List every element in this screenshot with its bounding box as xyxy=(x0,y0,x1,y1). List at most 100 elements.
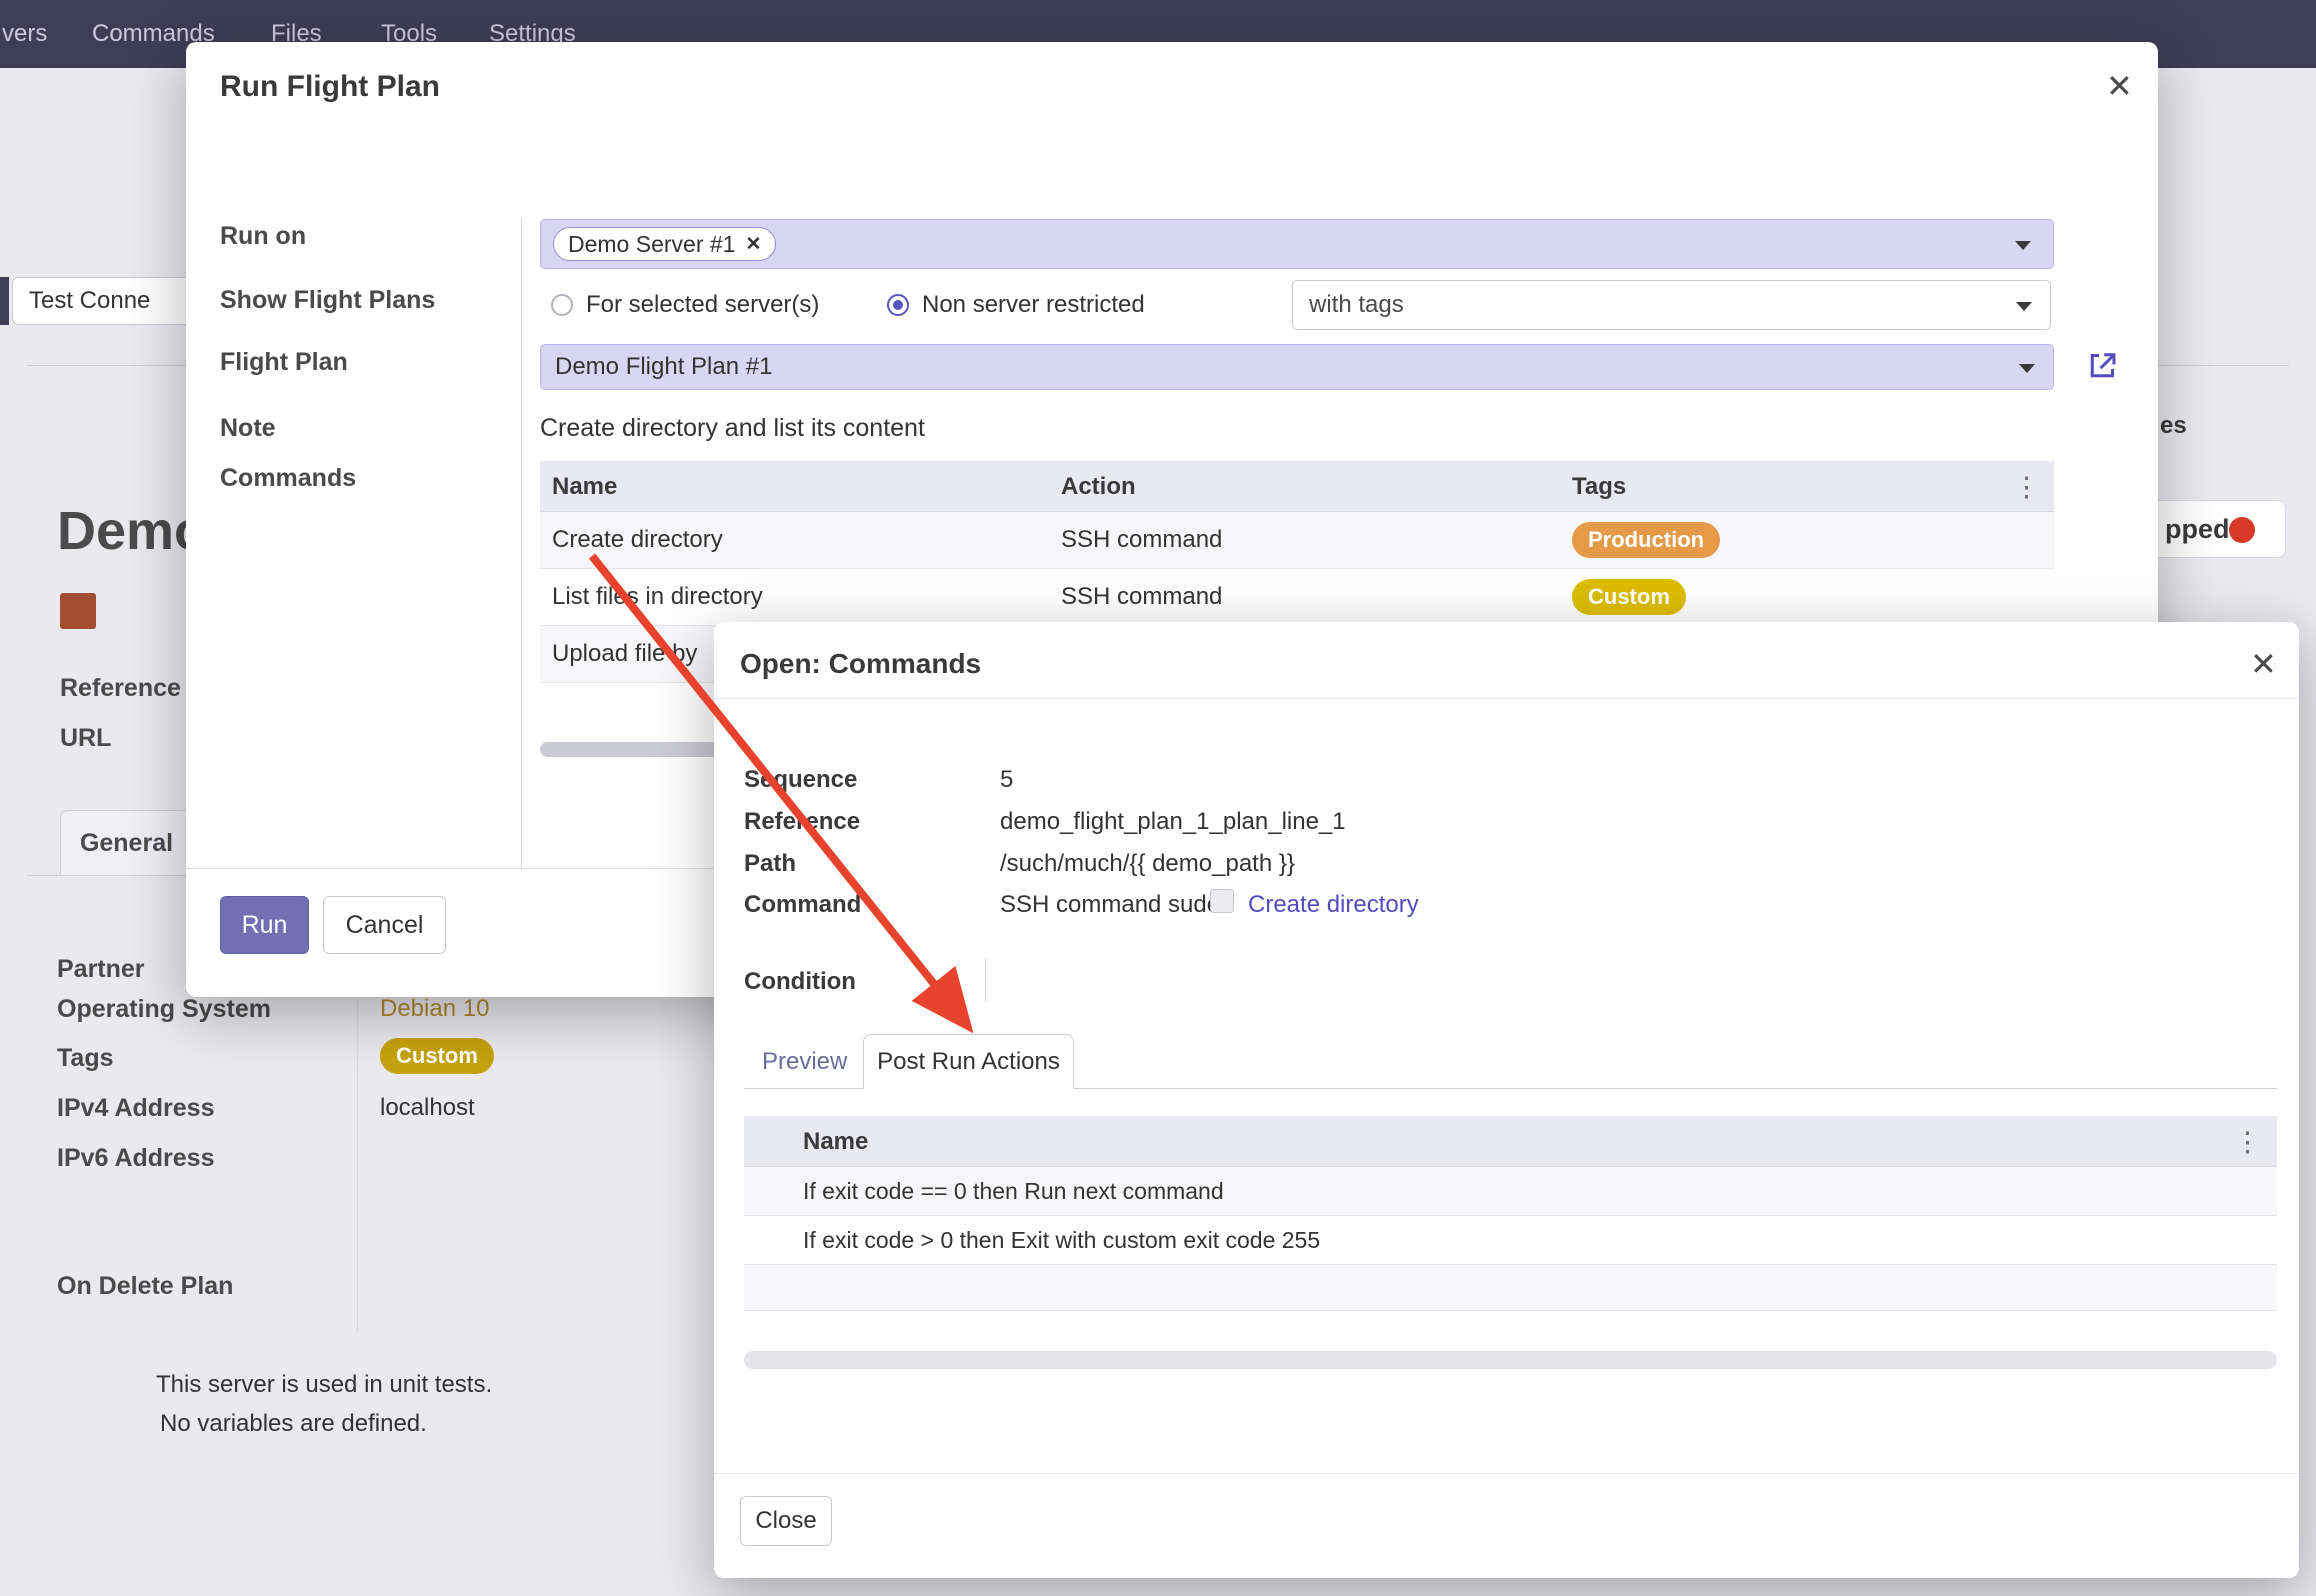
condition-label: Condition xyxy=(744,968,856,996)
run-on-caret-icon xyxy=(2015,241,2031,250)
tab-general[interactable]: General xyxy=(60,810,193,876)
table-row[interactable]: List files in directory SSH command Cust… xyxy=(540,569,2054,626)
server-tag-badge[interactable]: Custom xyxy=(380,1038,494,1074)
cell-name: List files in directory xyxy=(552,583,763,611)
sequence-label: Sequence xyxy=(744,766,857,794)
commands-label: Commands xyxy=(220,464,356,493)
table-options-icon[interactable]: ⋮ xyxy=(2013,474,2040,501)
create-directory-checkbox[interactable] xyxy=(1210,889,1234,913)
run-button[interactable]: Run xyxy=(220,896,309,954)
commands-modal-close-icon[interactable]: ✕ xyxy=(2250,648,2277,680)
path-value: /such/much/{{ demo_path }} xyxy=(1000,850,1295,878)
tab-post-run-actions[interactable]: Post Run Actions xyxy=(863,1034,1074,1089)
test-connection-button[interactable]: Test Conne xyxy=(12,277,192,325)
tags-label: Tags xyxy=(57,1044,114,1073)
cell-name: Create directory xyxy=(552,526,723,554)
path-label: Path xyxy=(744,850,796,878)
cancel-button[interactable]: Cancel xyxy=(323,896,446,954)
server-chip[interactable]: Demo Server #1 ✕ xyxy=(553,227,776,261)
run-on-field[interactable]: Demo Server #1 ✕ xyxy=(540,219,2054,269)
status-dot xyxy=(2229,517,2255,543)
reference-field-label: Reference xyxy=(744,808,860,836)
action-row[interactable]: If exit code > 0 then Exit with custom e… xyxy=(744,1216,2277,1265)
nav-item-servers[interactable]: vers xyxy=(2,20,47,48)
col-name[interactable]: Name xyxy=(552,473,617,501)
tag-badge-custom-label: Custom xyxy=(1588,584,1670,610)
reference-field-value: demo_flight_plan_1_plan_line_1 xyxy=(1000,808,1346,836)
ipv6-label: IPv6 Address xyxy=(57,1144,214,1173)
server-chip-remove-icon[interactable]: ✕ xyxy=(745,233,761,256)
with-tags-select[interactable]: with tags xyxy=(1292,280,2051,330)
test-connection-label: Test Conne xyxy=(29,287,150,315)
unit-test-note-line1: This server is used in unit tests. xyxy=(156,1371,492,1399)
flight-plan-value: Demo Flight Plan #1 xyxy=(555,353,772,381)
flight-plan-select[interactable]: Demo Flight Plan #1 xyxy=(540,344,2054,390)
tab-post-run-actions-label: Post Run Actions xyxy=(877,1048,1060,1076)
url-label: URL xyxy=(60,724,111,753)
commands-modal-title: Open: Commands xyxy=(740,648,981,680)
server-page-title: Demo xyxy=(57,500,207,562)
action-row-empty xyxy=(744,1265,2277,1311)
run-modal-close-icon[interactable]: ✕ xyxy=(2106,70,2133,102)
radio-selected-servers-label[interactable]: For selected server(s) xyxy=(586,291,819,319)
flight-plan-label: Flight Plan xyxy=(220,348,348,377)
tab-general-label: General xyxy=(80,829,173,858)
radio-selected-servers[interactable] xyxy=(551,294,573,316)
actions-table-options-icon[interactable]: ⋮ xyxy=(2234,1129,2261,1156)
cancel-button-label: Cancel xyxy=(346,911,424,940)
action-row-label: If exit code == 0 then Run next command xyxy=(803,1178,1224,1205)
command-value: SSH command sudo xyxy=(1000,891,1220,919)
action-row[interactable]: If exit code == 0 then Run next command xyxy=(744,1167,2277,1216)
ipv4-value: localhost xyxy=(380,1094,475,1122)
ipv4-label: IPv4 Address xyxy=(57,1094,214,1123)
operating-system-label: Operating System xyxy=(57,995,271,1024)
with-tags-value: with tags xyxy=(1309,291,1404,319)
screen: vers Commands Files Tools Settings Test … xyxy=(0,0,2316,1596)
on-delete-plan-label: On Delete Plan xyxy=(57,1272,233,1301)
condition-divider xyxy=(985,958,986,1002)
run-on-label: Run on xyxy=(220,222,306,251)
server-color-swatch[interactable] xyxy=(60,593,96,629)
run-button-label: Run xyxy=(242,911,288,940)
create-directory-link[interactable]: Create directory xyxy=(1248,891,1419,919)
show-flight-plans-label: Show Flight Plans xyxy=(220,286,435,315)
commands-modal-footer-divider xyxy=(714,1473,2299,1474)
status-label-fragment: pped xyxy=(2165,514,2230,545)
command-label: Command xyxy=(744,891,861,919)
actions-col-name[interactable]: Name xyxy=(803,1128,868,1156)
partner-label: Partner xyxy=(57,955,145,984)
note-label: Note xyxy=(220,414,276,443)
unit-test-note-line2: No variables are defined. xyxy=(160,1410,427,1438)
cell-action: SSH command xyxy=(1061,583,1222,611)
commands-table-header: Name Action Tags ⋮ xyxy=(540,461,2054,512)
close-button-label: Close xyxy=(755,1507,816,1535)
radio-non-server-restricted-label[interactable]: Non server restricted xyxy=(922,291,1145,319)
horizontal-scrollbar[interactable] xyxy=(744,1351,2277,1369)
actions-table-header: Name ⋮ xyxy=(744,1116,2277,1167)
tag-badge-production-label: Production xyxy=(1588,527,1704,553)
server-chip-label: Demo Server #1 xyxy=(568,231,735,258)
table-row[interactable]: Create directory SSH command Production xyxy=(540,512,2054,569)
server-tag-badge-label: Custom xyxy=(396,1043,478,1069)
operating-system-value: Debian 10 xyxy=(380,995,489,1023)
open-commands-modal: Open: Commands ✕ Sequence Reference Path… xyxy=(714,622,2299,1578)
info-divider xyxy=(357,952,358,1332)
action-row-label: If exit code > 0 then Exit with custom e… xyxy=(803,1227,1320,1254)
right-label-fragment: es xyxy=(2160,412,2187,440)
note-value: Create directory and list its content xyxy=(540,414,925,443)
cell-name: Upload file by xyxy=(552,640,697,668)
radio-non-server-restricted[interactable] xyxy=(887,294,909,316)
run-modal-title: Run Flight Plan xyxy=(220,70,440,104)
sequence-value: 5 xyxy=(1000,766,1013,794)
with-tags-caret-icon xyxy=(2016,302,2032,311)
tab-preview[interactable]: Preview xyxy=(762,1048,847,1076)
tag-badge-production: Production xyxy=(1572,522,1720,558)
form-divider xyxy=(521,218,522,868)
commands-modal-header-divider xyxy=(714,698,2299,699)
external-link-icon[interactable] xyxy=(2084,348,2120,384)
col-action[interactable]: Action xyxy=(1061,473,1136,501)
close-button[interactable]: Close xyxy=(740,1496,832,1546)
toolbar-button-fragment[interactable] xyxy=(0,277,9,325)
cell-action: SSH command xyxy=(1061,526,1222,554)
col-tags[interactable]: Tags xyxy=(1572,473,1626,501)
